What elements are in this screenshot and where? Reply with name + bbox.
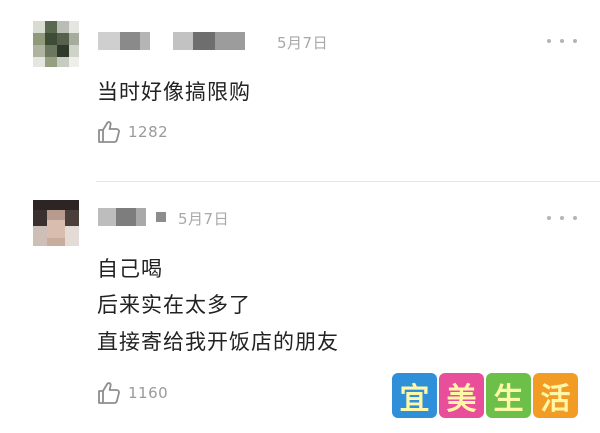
more-dots-icon[interactable] xyxy=(547,34,577,48)
watermark-char: 活 xyxy=(533,373,578,418)
comment-text-line: 直接寄给我开饭店的朋友 xyxy=(97,330,339,354)
watermark-char: 生 xyxy=(486,373,531,418)
like-count: 1160 xyxy=(128,384,169,402)
comment-1: 5月7日 当时好像搞限购 1282 xyxy=(0,0,600,181)
comment-text-line: 自己喝 xyxy=(97,257,163,281)
comment-text: 当时好像搞限购 xyxy=(97,80,251,104)
username-blurred[interactable] xyxy=(98,32,248,50)
username-blurred[interactable] xyxy=(98,208,178,226)
watermark-logo: 宜 美 生 活 xyxy=(392,373,578,418)
watermark-char: 宜 xyxy=(392,373,437,418)
thumbs-up-icon xyxy=(98,382,120,404)
comment-date: 5月7日 xyxy=(178,210,230,228)
avatar[interactable] xyxy=(33,21,79,67)
like-button[interactable]: 1282 xyxy=(96,118,168,146)
thumbs-up-icon xyxy=(98,121,120,143)
more-dots-icon[interactable] xyxy=(547,211,577,225)
avatar[interactable] xyxy=(33,200,79,246)
like-count: 1282 xyxy=(128,123,169,141)
comment-text-line: 后来实在太多了 xyxy=(97,293,251,317)
comment-date: 5月7日 xyxy=(277,34,329,52)
watermark-char: 美 xyxy=(439,373,484,418)
like-button[interactable]: 1160 xyxy=(96,379,168,407)
